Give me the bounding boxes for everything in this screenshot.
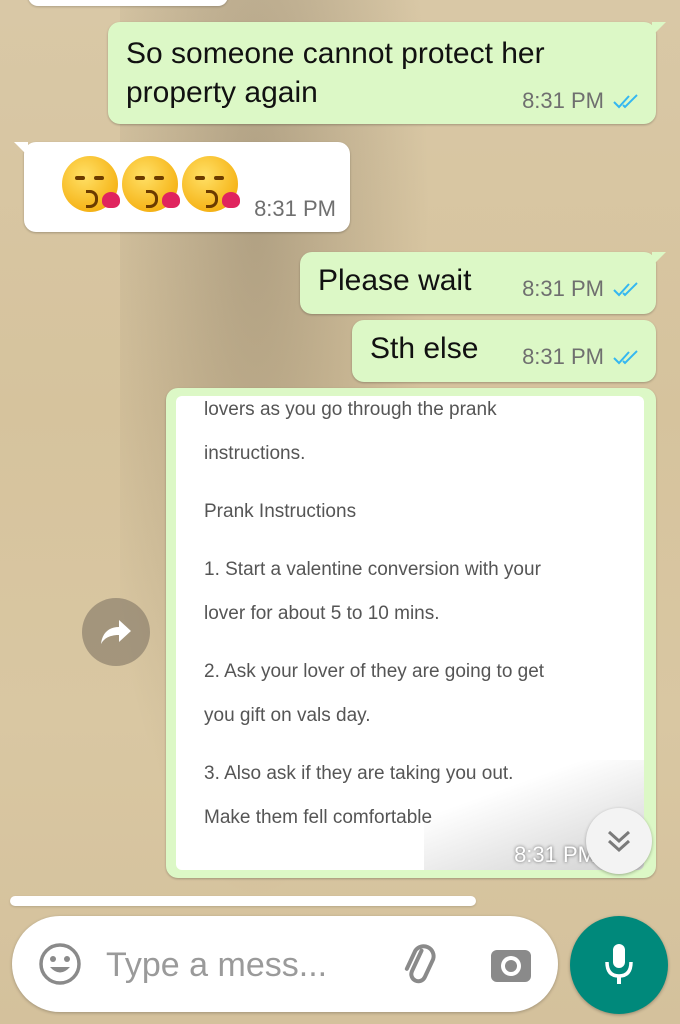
message-bubble-outgoing[interactable]: Sth else 8:31 PM (352, 320, 656, 382)
kissing-face-icon (62, 156, 120, 212)
document-line: instructions. (204, 443, 306, 464)
message-time: 8:31 PM (514, 842, 596, 867)
divider (10, 896, 476, 906)
message-bubble-document[interactable]: lovers as you go through the prank instr… (166, 388, 656, 878)
double-check-icon (613, 350, 638, 365)
document-line: lovers as you go through the prank (204, 399, 497, 420)
message-bubble-outgoing[interactable]: Please wait 8:31 PM (300, 252, 666, 314)
double-check-icon (613, 94, 638, 109)
mic-button[interactable] (570, 916, 668, 1014)
document-line: Prank Instructions (204, 501, 357, 522)
double-check-icon (613, 282, 638, 297)
message-meta: 8:31 PM (522, 276, 642, 302)
message-time: 8:31 PM (522, 276, 604, 301)
emoji-row (62, 156, 240, 212)
kissing-face-icon (122, 156, 180, 212)
kissing-face-icon (182, 156, 240, 212)
forward-button[interactable] (82, 598, 150, 666)
message-meta: 8:31 PM (254, 196, 336, 222)
paperclip-icon[interactable] (396, 940, 444, 988)
document-line: 2. Ask your lover of they are going to g… (204, 661, 545, 682)
message-bubble-incoming[interactable]: 8:31 PM (14, 142, 350, 232)
message-text: Sth else (370, 332, 479, 365)
mic-icon (605, 944, 633, 984)
message-input[interactable] (104, 934, 378, 996)
document-line: you gift on vals day. (204, 705, 371, 726)
document-line: lover for about 5 to 10 mins. (204, 603, 440, 624)
message-bubble-outgoing[interactable]: So someone cannot protect her property a… (108, 22, 666, 124)
message-time: 8:31 PM (522, 88, 604, 113)
scroll-to-bottom-button[interactable] (586, 808, 652, 874)
message-composer (12, 916, 558, 1012)
previous-message-bubble (28, 0, 228, 6)
forward-icon (101, 620, 131, 644)
message-meta: 8:31 PM (522, 88, 642, 114)
camera-icon[interactable] (488, 942, 534, 988)
message-time: 8:31 PM (522, 344, 604, 369)
message-meta: 8:31 PM (522, 344, 642, 370)
chevron-double-down-icon (607, 830, 631, 853)
message-time: 8:31 PM (254, 196, 336, 221)
message-text: Please wait (318, 264, 472, 297)
document-line: 1. Start a valentine conversion with you… (204, 559, 541, 580)
document-preview: lovers as you go through the prank instr… (176, 396, 644, 870)
emoji-icon[interactable] (36, 940, 84, 988)
